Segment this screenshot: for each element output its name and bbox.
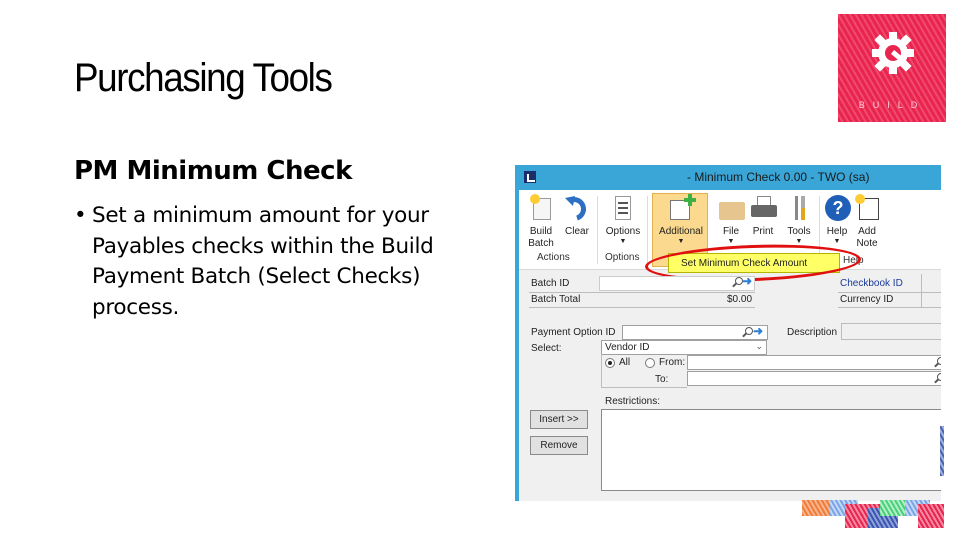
- chevron-down-icon: ⌄: [755, 341, 763, 351]
- print-button[interactable]: Print: [749, 194, 777, 238]
- divider: [529, 292, 755, 293]
- batch-total-value: $0.00: [727, 294, 753, 305]
- group-separator: [647, 196, 648, 264]
- divider: [921, 274, 922, 308]
- from-input[interactable]: [687, 355, 941, 370]
- radio-all-label: All: [619, 357, 631, 368]
- remove-button[interactable]: Remove: [530, 436, 588, 455]
- select-dropdown[interactable]: Vendor ID ⌄: [601, 340, 767, 355]
- divider: [529, 307, 755, 308]
- tools-label: Tools: [787, 226, 811, 237]
- clear-undo-icon: [563, 194, 593, 222]
- additional-label: Additional: [659, 226, 703, 237]
- divider: [601, 387, 687, 388]
- add-note-icon: [853, 194, 883, 222]
- options-button[interactable]: Options ▼: [603, 194, 643, 246]
- help-icon: ?: [823, 194, 853, 222]
- build-label: Build: [529, 226, 553, 237]
- options-list-icon: [608, 194, 638, 222]
- decorative-scribble: [940, 426, 944, 476]
- batch-id-go-arrow-icon[interactable]: ➜: [742, 274, 752, 288]
- tools-icon: [785, 194, 815, 222]
- checkbook-id-link[interactable]: Checkbook ID: [840, 278, 903, 289]
- add-label: Add: [858, 226, 876, 237]
- divider: [838, 307, 941, 308]
- insert-button[interactable]: Insert >>: [530, 410, 588, 429]
- help-label: Help: [826, 226, 848, 237]
- batch-total-label: Batch Total: [531, 294, 581, 305]
- decorative-scribble: [802, 500, 830, 516]
- to-lookup-icon[interactable]: [933, 373, 941, 385]
- select-label: Select:: [531, 343, 562, 354]
- help-button[interactable]: ? Help ▼: [823, 194, 851, 246]
- file-button[interactable]: File ▼: [717, 194, 745, 246]
- payment-option-id-label: Payment Option ID: [531, 327, 616, 338]
- payment-option-lookup-icon[interactable]: [741, 327, 753, 339]
- decorative-scribble: [918, 504, 944, 528]
- radio-from-label: From:: [659, 357, 686, 368]
- printer-icon: [749, 194, 779, 222]
- window-title: - Minimum Check 0.00 - TWO (sa): [687, 170, 870, 184]
- build-batch-button[interactable]: Build Batch: [527, 194, 555, 250]
- additional-button[interactable]: Additional ▼: [653, 194, 709, 246]
- batch-id-label: Batch ID: [531, 278, 570, 289]
- logo-text: BUILD: [858, 100, 926, 110]
- minimum-check-window: - Minimum Check 0.00 - TWO (sa) Build Ba…: [515, 165, 941, 501]
- additional-dropdown-arrow: ▼: [677, 238, 685, 245]
- build-batch-icon: [527, 194, 557, 222]
- window-titlebar: - Minimum Check 0.00 - TWO (sa): [519, 165, 941, 190]
- app-icon: [524, 171, 536, 183]
- additional-window-icon: [666, 194, 696, 222]
- decorative-scribble: [880, 500, 906, 516]
- bullet-item: • Set a minimum amount for your Payables…: [74, 201, 474, 323]
- note-label: Note: [856, 238, 878, 249]
- restrictions-label: Restrictions:: [605, 396, 661, 407]
- group-label-options: Options: [605, 252, 640, 263]
- clear-label: Clear: [565, 226, 589, 237]
- bullet-dot: •: [74, 203, 87, 228]
- divider: [601, 354, 602, 388]
- add-note-button[interactable]: Add Note: [853, 194, 881, 250]
- bullet-text: Set a minimum amount for your Payables c…: [92, 203, 434, 320]
- to-label: To:: [655, 374, 669, 385]
- tools-button[interactable]: Tools ▼: [785, 194, 813, 246]
- restrictions-list[interactable]: [601, 409, 941, 491]
- help-dropdown-arrow: ▼: [833, 238, 841, 245]
- description-field[interactable]: [841, 323, 941, 340]
- form-area: Batch ID ➜ Batch Total $0.00 Checkbook I…: [519, 270, 941, 501]
- currency-id-label: Currency ID: [840, 294, 894, 305]
- options-dropdown-arrow: ▼: [619, 238, 627, 245]
- from-lookup-icon[interactable]: [933, 357, 941, 369]
- folder-icon: [717, 194, 747, 222]
- radio-all[interactable]: [605, 358, 615, 368]
- file-label: File: [722, 226, 740, 237]
- slide-subtitle: PM Minimum Check: [74, 156, 352, 186]
- clear-button[interactable]: Clear: [563, 194, 591, 238]
- group-label-actions: Actions: [537, 252, 570, 263]
- batch-label: Batch: [528, 238, 554, 249]
- build-logo: BUILD: [838, 14, 946, 122]
- gear-wrench-icon: [872, 32, 914, 74]
- description-label: Description: [787, 327, 838, 338]
- to-input[interactable]: [687, 371, 941, 386]
- select-value: Vendor ID: [605, 342, 650, 353]
- options-label: Options: [605, 226, 641, 237]
- group-separator: [597, 196, 598, 264]
- print-label: Print: [752, 226, 774, 237]
- divider: [838, 292, 941, 293]
- payment-option-go-arrow-icon[interactable]: ➜: [753, 324, 763, 338]
- slide-title: Purchasing Tools: [74, 56, 333, 100]
- radio-from[interactable]: [645, 358, 655, 368]
